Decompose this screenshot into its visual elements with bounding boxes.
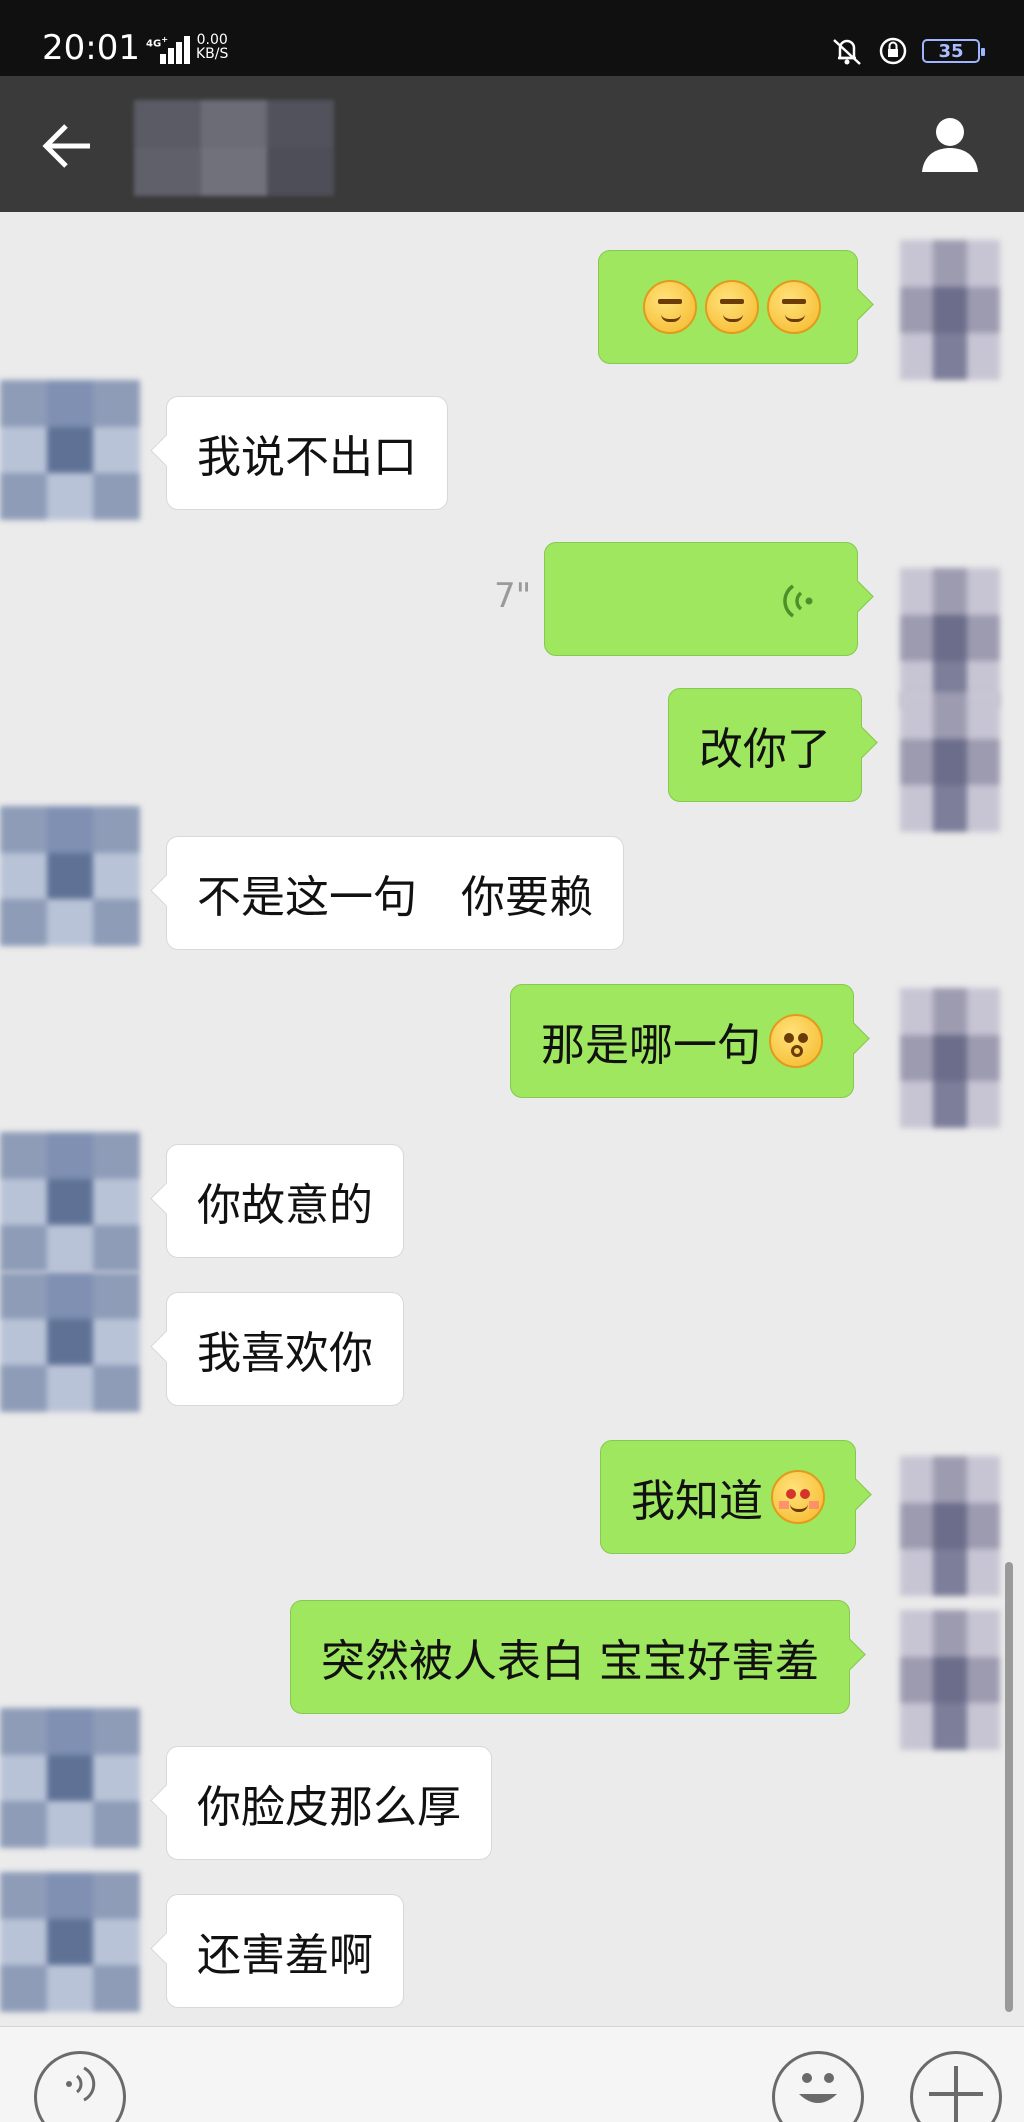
voice-wave-icon (66, 2066, 96, 2102)
message-text: 你脸皮那么厚 (197, 1782, 461, 1833)
my-avatar[interactable] (900, 1610, 1000, 1750)
contact-avatar[interactable] (0, 1872, 140, 2012)
smirk-emoji-icon (767, 280, 821, 334)
more-button[interactable] (910, 2051, 1002, 2122)
message-text: 那是哪一句 (541, 1020, 761, 1071)
arrow-left-icon[interactable] (40, 118, 96, 174)
contact-avatar[interactable] (0, 1708, 140, 1848)
message-bubble-incoming[interactable]: 你脸皮那么厚 (166, 1746, 492, 1860)
message-text: 我说不出口 (197, 432, 417, 483)
message-text: 不是这一句 你要赖 (197, 872, 593, 923)
battery-icon: 35 (922, 39, 985, 63)
my-avatar[interactable] (900, 240, 1000, 380)
message-bubble-outgoing[interactable]: 我知道 (600, 1440, 856, 1554)
voice-input-button[interactable] (34, 2051, 126, 2122)
message-bubble-incoming[interactable]: 你故意的 (166, 1144, 404, 1258)
alarm-lock-icon (879, 37, 907, 65)
plus-icon (929, 2066, 983, 2122)
message-text: 突然被人表白 宝宝好害羞 (321, 1636, 819, 1687)
message-list[interactable]: 我说不出口 7" 改你了 不是这一句 你要赖 那是哪一句 你故意的 我喜欢你 我… (0, 212, 1024, 2026)
shy-emoji-icon (771, 1470, 825, 1524)
contact-name-blurred (134, 100, 334, 196)
emoji-button[interactable] (772, 2051, 864, 2122)
my-avatar[interactable] (900, 988, 1000, 1128)
vibrate-icon (833, 39, 861, 65)
signal-icon: 4G+ (146, 34, 190, 64)
message-bubble-incoming[interactable]: 不是这一句 你要赖 (166, 836, 624, 950)
smirk-emoji-icon (705, 280, 759, 334)
person-icon[interactable] (918, 112, 982, 176)
message-text: 你故意的 (197, 1180, 373, 1231)
message-bubble-outgoing[interactable]: 突然被人表白 宝宝好害羞 (290, 1600, 850, 1714)
contact-avatar[interactable] (0, 1132, 140, 1272)
my-avatar[interactable] (900, 692, 1000, 832)
my-avatar[interactable] (900, 568, 1000, 708)
voice-message-bubble[interactable] (544, 542, 858, 656)
input-bar (0, 2026, 1024, 2122)
chat-header (0, 76, 1024, 212)
contact-avatar[interactable] (0, 380, 140, 520)
message-bubble-incoming[interactable]: 还害羞啊 (166, 1894, 404, 2008)
shocked-emoji-icon (769, 1014, 823, 1068)
message-bubble-outgoing[interactable]: 改你了 (668, 688, 862, 802)
network-speed: 0.00 KB/S (196, 32, 229, 62)
my-avatar[interactable] (900, 1456, 1000, 1596)
message-text: 我喜欢你 (197, 1328, 373, 1379)
message-text: 我知道 (631, 1476, 763, 1527)
message-bubble-outgoing[interactable]: 那是哪一句 (510, 984, 854, 1098)
message-bubble-incoming[interactable]: 我说不出口 (166, 396, 448, 510)
message-text: 改你了 (699, 724, 831, 775)
contact-avatar[interactable] (0, 1272, 140, 1412)
contact-avatar[interactable] (0, 806, 140, 946)
message-bubble-incoming[interactable]: 我喜欢你 (166, 1292, 404, 1406)
message-bubble-outgoing[interactable] (598, 250, 858, 364)
smirk-emoji-icon (643, 280, 697, 334)
scrollbar[interactable] (1005, 1562, 1013, 2012)
voice-wave-icon (783, 584, 813, 618)
message-text: 还害羞啊 (197, 1930, 373, 1981)
status-bar: 20:01 4G+ 0.00 KB/S 35 (0, 0, 1024, 76)
status-time: 20:01 (42, 28, 140, 68)
voice-duration: 7" (494, 576, 532, 616)
smiley-icon (799, 2073, 837, 2103)
